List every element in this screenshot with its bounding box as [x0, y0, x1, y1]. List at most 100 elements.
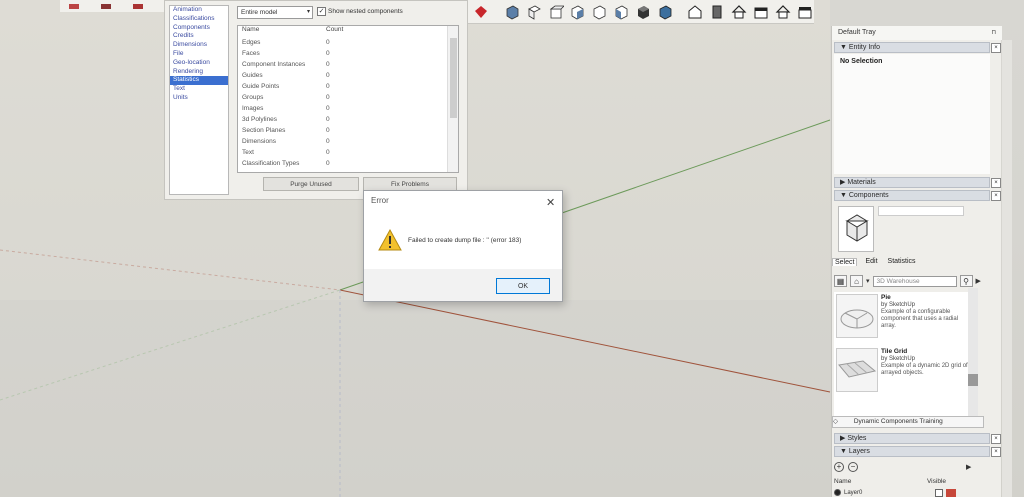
- add-layer-icon[interactable]: +: [834, 462, 844, 472]
- pin-icon[interactable]: ⊓: [991, 26, 996, 40]
- view-options-icon[interactable]: ▦: [834, 275, 847, 287]
- chevron-down-icon[interactable]: ▾: [866, 277, 870, 285]
- tab-statistics[interactable]: Statistics: [886, 258, 918, 266]
- close-icon[interactable]: ×: [991, 447, 1001, 457]
- styles-label: Styles: [847, 435, 867, 442]
- warehouse-icon[interactable]: [686, 2, 705, 22]
- entity-info-header[interactable]: ▼ Entity Info ×: [834, 42, 1001, 53]
- tab-edit[interactable]: Edit: [863, 258, 879, 266]
- styles-header[interactable]: ▶ Styles ×: [834, 433, 1001, 444]
- header-count[interactable]: Count: [326, 26, 366, 37]
- close-icon[interactable]: ×: [991, 434, 1001, 444]
- dynamic-components-training-link[interactable]: ◇ Dynamic Components Training: [832, 416, 984, 428]
- extension-icon[interactable]: [708, 2, 727, 22]
- back-view-icon[interactable]: [590, 2, 609, 22]
- tray-scrollbar[interactable]: [1002, 40, 1012, 497]
- nested-components-checkbox[interactable]: ✓: [317, 7, 326, 16]
- category-item[interactable]: Classifications: [170, 15, 228, 24]
- top-view-icon[interactable]: [524, 2, 543, 22]
- category-item[interactable]: Animation: [170, 6, 228, 15]
- front-view-icon[interactable]: [546, 2, 565, 22]
- shaded-style-icon[interactable]: [655, 2, 674, 22]
- ok-button[interactable]: OK: [496, 278, 550, 294]
- row-count: 0: [326, 72, 330, 79]
- table-row[interactable]: Text 0: [238, 147, 458, 158]
- layer-name: Layer0: [844, 489, 863, 496]
- category-item-selected[interactable]: Statistics: [170, 76, 228, 86]
- arrow-right-icon[interactable]: ▶: [976, 277, 981, 285]
- close-icon[interactable]: ✕: [546, 196, 555, 209]
- house-front-icon[interactable]: [751, 2, 770, 22]
- category-item[interactable]: Credits: [170, 32, 228, 41]
- row-count: 0: [326, 116, 330, 123]
- table-row[interactable]: Guides 0: [238, 70, 458, 81]
- component-list-scrollbar[interactable]: [968, 288, 978, 418]
- layer-color-swatch[interactable]: [946, 488, 957, 497]
- paint-icon[interactable]: [132, 2, 144, 11]
- error-message: Failed to create dump file : '' (error 1…: [408, 237, 522, 244]
- table-row[interactable]: Classification Types 0: [238, 158, 458, 169]
- home-icon[interactable]: ⌂: [850, 275, 863, 287]
- category-item[interactable]: Rendering: [170, 68, 228, 77]
- table-row[interactable]: Guide Points 0: [238, 81, 458, 92]
- materials-header[interactable]: ▶ Materials ×: [834, 177, 1001, 188]
- table-row[interactable]: Dimensions 0: [238, 136, 458, 147]
- category-item[interactable]: Dimensions: [170, 41, 228, 50]
- layer-row[interactable]: Layer0: [834, 488, 984, 497]
- scope-select[interactable]: Entire model ▾: [237, 6, 313, 19]
- red-axis-dashed: [0, 249, 341, 291]
- layers-label: Layers: [848, 448, 870, 455]
- category-item[interactable]: Units: [170, 94, 228, 103]
- visible-checkbox[interactable]: [935, 488, 944, 497]
- table-row[interactable]: Section Planes 0: [238, 125, 458, 136]
- right-view-icon[interactable]: [568, 2, 587, 22]
- layers-col-visible[interactable]: Visible: [927, 478, 946, 488]
- category-item[interactable]: Text: [170, 85, 228, 94]
- arrow-left-icon[interactable]: ◇: [833, 418, 840, 425]
- arrow-right-icon[interactable]: ▶: [966, 463, 971, 471]
- list-item[interactable]: Pie by SketchUp Example of a configurabl…: [834, 292, 974, 344]
- close-icon[interactable]: ×: [991, 178, 1001, 188]
- roof-icon[interactable]: [795, 2, 814, 22]
- component-search-input[interactable]: 3D Warehouse: [872, 275, 957, 287]
- layers-col-name[interactable]: Name: [834, 478, 851, 488]
- iso-view-icon[interactable]: [503, 2, 522, 22]
- wireframe-style-icon[interactable]: [634, 2, 653, 22]
- row-count: 0: [326, 149, 330, 156]
- component-preview[interactable]: [838, 206, 874, 252]
- table-row[interactable]: Groups 0: [238, 92, 458, 103]
- table-row[interactable]: Component Instances 0: [238, 59, 458, 70]
- nested-components-option[interactable]: ✓ Show nested components: [317, 7, 403, 16]
- remove-layer-icon[interactable]: −: [848, 462, 858, 472]
- components-header[interactable]: ▼ Components ×: [834, 190, 1001, 201]
- active-layer-radio[interactable]: [834, 489, 841, 496]
- table-row[interactable]: 3d Polylines 0: [238, 114, 458, 125]
- purge-unused-button[interactable]: Purge Unused: [263, 177, 359, 191]
- scrollbar-thumb[interactable]: [968, 374, 978, 386]
- category-item[interactable]: Components: [170, 24, 228, 33]
- category-item[interactable]: File: [170, 50, 228, 59]
- fix-problems-button[interactable]: Fix Problems: [363, 177, 457, 191]
- house-icon[interactable]: [773, 2, 792, 22]
- table-row[interactable]: Images 0: [238, 103, 458, 114]
- tab-select[interactable]: Select: [832, 258, 858, 266]
- table-row[interactable]: Faces 0: [238, 48, 458, 59]
- pencil-icon[interactable]: [68, 2, 80, 11]
- header-name[interactable]: Name: [242, 26, 326, 37]
- component-name-field[interactable]: [878, 206, 964, 216]
- ruby-console-icon[interactable]: [472, 2, 491, 22]
- table-row[interactable]: Edges 0: [238, 37, 458, 48]
- category-item[interactable]: Geo-location: [170, 59, 228, 68]
- close-icon[interactable]: ×: [991, 191, 1001, 201]
- entity-info-label: Entity Info: [848, 44, 881, 51]
- list-item[interactable]: Tile Grid by SketchUp Example of a dynam…: [834, 346, 974, 398]
- home-icon[interactable]: [730, 2, 749, 22]
- layers-header[interactable]: ▼ Layers ×: [834, 446, 1001, 457]
- search-icon[interactable]: ⚲: [959, 275, 973, 287]
- row-count: 0: [326, 50, 330, 57]
- left-view-icon[interactable]: [612, 2, 631, 22]
- table-scrollbar[interactable]: [447, 26, 458, 172]
- scrollbar-thumb[interactable]: [450, 38, 457, 118]
- eraser-icon[interactable]: [100, 2, 112, 11]
- close-icon[interactable]: ×: [991, 43, 1001, 53]
